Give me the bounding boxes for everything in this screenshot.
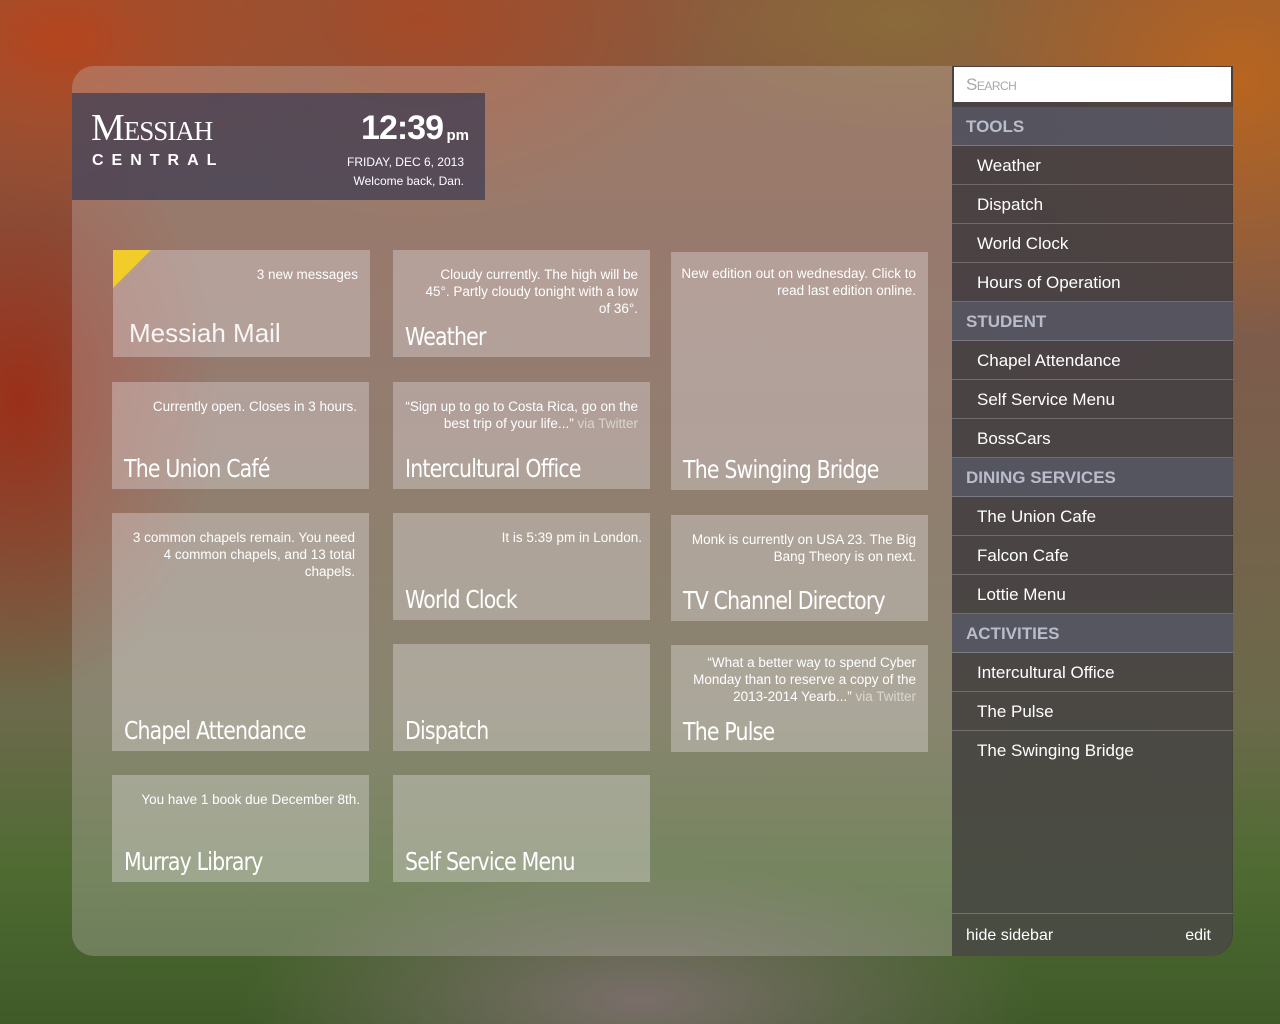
tile-note: Currently open. Closes in 3 hours. [152,399,357,414]
clock-date: FRIDAY, DEC 6, 2013 [347,155,464,169]
sidebar-item-hours-of-operation[interactable]: Hours of Operation [952,263,1233,302]
tile-note: You have 1 book due December 8th. [141,792,360,807]
edit-button[interactable]: edit [1185,927,1211,945]
sidebar-item-weather[interactable]: Weather [952,146,1233,185]
tile-note: It is 5:39 pm in London. [501,530,642,545]
logo: Messiah [91,107,213,149]
tile-chapel-attendance[interactable]: 3 common chapels remain. You need 4 comm… [112,513,369,751]
tile-note: “Sign up to go to Costa Rica, go on the … [403,398,638,432]
search-input[interactable] [954,67,1231,102]
tile-title: The Pulse [683,717,775,746]
sidebar-item-chapel-attendance[interactable]: Chapel Attendance [952,341,1233,380]
sidebar-item-union-cafe[interactable]: The Union Cafe [952,497,1233,536]
sidebar-footer: hide sidebar edit [952,913,1233,956]
tile-title: The Union Café [124,454,270,483]
tile-intercultural-office[interactable]: “Sign up to go to Costa Rica, go on the … [393,382,650,489]
tile-dispatch[interactable]: Dispatch [393,644,650,751]
via-twitter: via Twitter [577,416,638,431]
tile-title: Intercultural Office [405,454,581,483]
clock-time: 12:39 [361,109,444,147]
tile-weather[interactable]: Cloudy currently. The high will be 45°. … [393,250,650,357]
tile-messiah-mail[interactable]: 3 new messages Messiah Mail [113,250,370,357]
tile-self-service-menu[interactable]: Self Service Menu [393,775,650,882]
sidebar-item-world-clock[interactable]: World Clock [952,224,1233,263]
tile-note: Monk is currently on USA 23. The Big Ban… [691,532,916,564]
tile-title: Chapel Attendance [124,716,306,745]
header-box: Messiah CENTRAL 12:39 pm FRIDAY, DEC 6, … [72,93,485,200]
tile-note: Cloudy currently. The high will be 45°. … [425,267,638,316]
sidebar-item-falcon-cafe[interactable]: Falcon Cafe [952,536,1233,575]
tile-title: Murray Library [124,847,263,876]
sidebar-item-self-service-menu[interactable]: Self Service Menu [952,380,1233,419]
logo-subtitle: CENTRAL [92,152,225,169]
tile-union-cafe[interactable]: Currently open. Closes in 3 hours. The U… [112,382,369,489]
tile-note: New edition out on wednesday. Click to r… [681,266,916,298]
section-header-dining-services: DINING SERVICES [952,458,1233,497]
tile-title: The Swinging Bridge [683,455,879,484]
sidebar-item-lottie-menu[interactable]: Lottie Menu [952,575,1233,614]
tile-swinging-bridge[interactable]: New edition out on wednesday. Click to r… [671,252,928,490]
tile-title: TV Channel Directory [683,586,886,615]
hide-sidebar-button[interactable]: hide sidebar [966,927,1053,945]
sidebar: TOOLS Weather Dispatch World Clock Hours… [952,66,1233,956]
tile-title: Self Service Menu [405,847,576,876]
sidebar-item-swinging-bridge[interactable]: The Swinging Bridge [952,731,1233,769]
sidebar-item-dispatch[interactable]: Dispatch [952,185,1233,224]
clock-ampm: pm [446,127,470,144]
sidebar-list: TOOLS Weather Dispatch World Clock Hours… [952,107,1233,769]
via-twitter: via Twitter [855,689,916,704]
sidebar-item-the-pulse[interactable]: The Pulse [952,692,1233,731]
sidebar-item-bosscars[interactable]: BossCars [952,419,1233,458]
welcome-message: Welcome back, Dan. [353,174,465,188]
tile-note: 3 common chapels remain. You need 4 comm… [132,530,355,579]
tile-title: Dispatch [405,716,489,745]
sidebar-item-intercultural-office[interactable]: Intercultural Office [952,653,1233,692]
tile-murray-library[interactable]: You have 1 book due December 8th. Murray… [112,775,369,882]
tile-note: “What a better way to spend Cyber Monday… [681,654,916,705]
tile-note: 3 new messages [256,267,358,282]
tile-the-pulse[interactable]: “What a better way to spend Cyber Monday… [671,645,928,752]
section-header-student: STUDENT [952,302,1233,341]
tile-tv-channel-directory[interactable]: Monk is currently on USA 23. The Big Ban… [671,515,928,621]
section-header-tools: TOOLS [952,107,1233,146]
tile-title: Messiah Mail [129,318,281,348]
section-header-activities: ACTIVITIES [952,614,1233,653]
tile-title: World Clock [405,585,518,614]
tile-world-clock[interactable]: It is 5:39 pm in London. World Clock [393,513,650,620]
tile-title: Weather [405,322,486,351]
